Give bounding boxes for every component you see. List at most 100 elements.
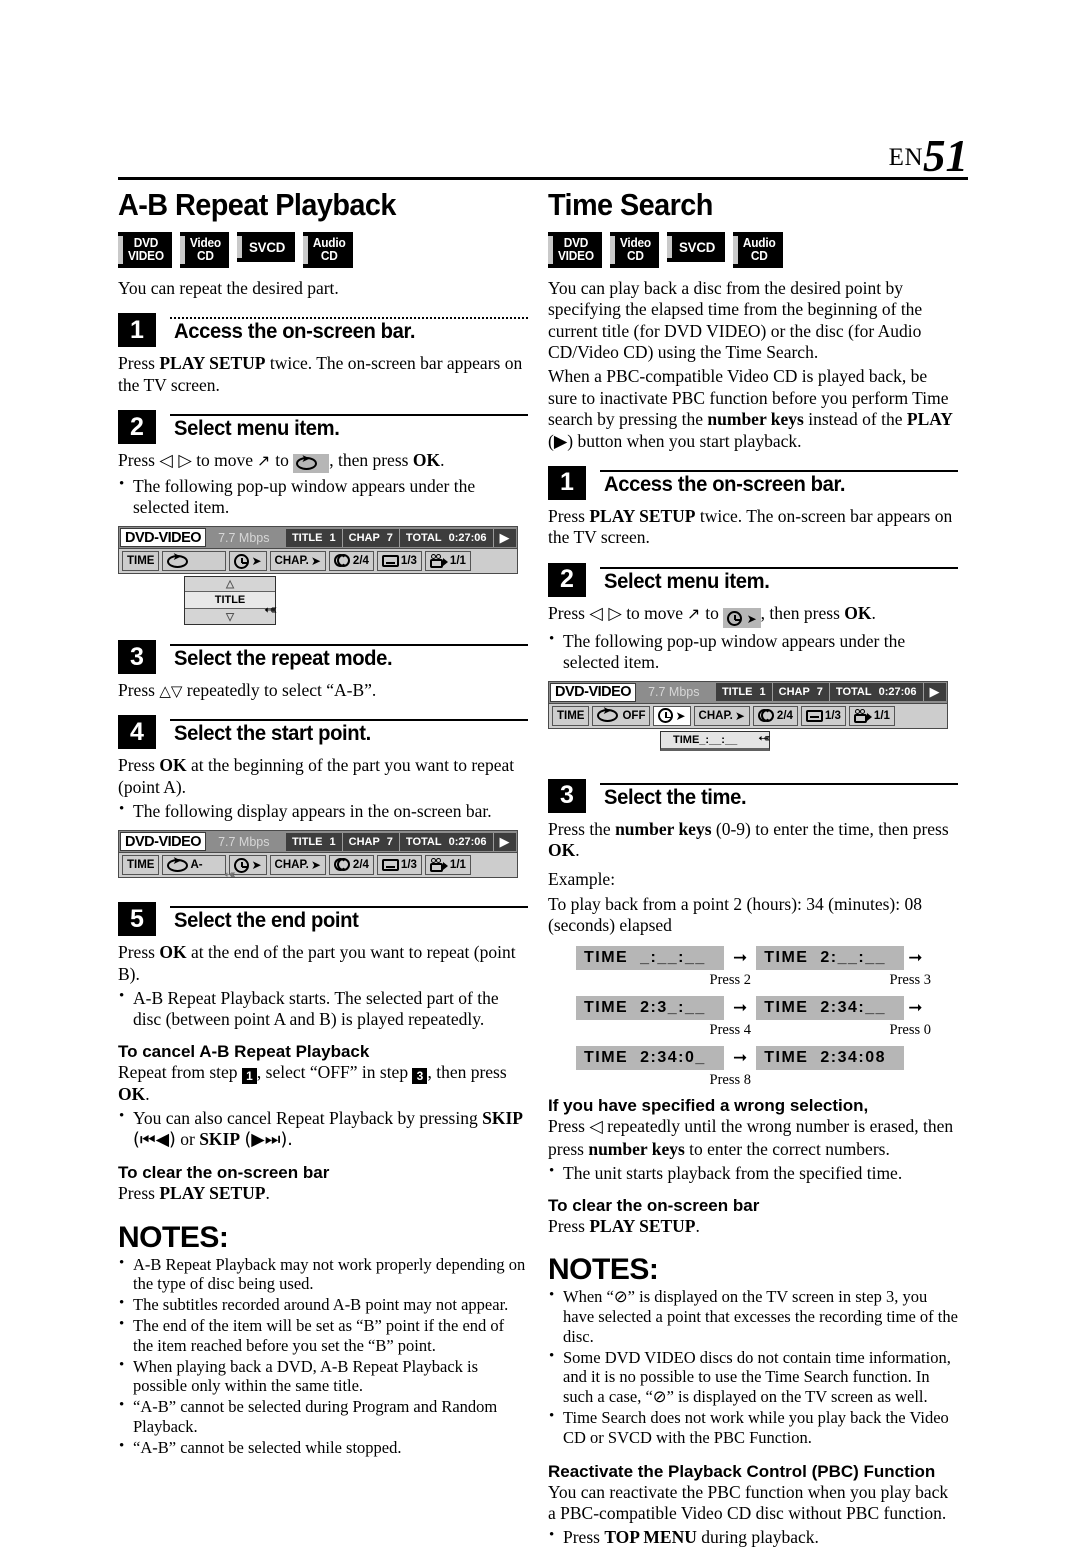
wrong-selection-bullets: The unit starts playback from the specif… bbox=[548, 1162, 958, 1184]
osd-title-field: TITLE 1 bbox=[715, 683, 773, 702]
right-arrow-icon: ➤ bbox=[734, 708, 745, 723]
osd-chapter-field: CHAP 7 bbox=[342, 528, 400, 547]
osd-chapter-button[interactable]: CHAP. ➤ bbox=[269, 855, 326, 876]
text: to move bbox=[196, 450, 254, 471]
arrow-icon: ➞ bbox=[733, 1047, 748, 1068]
value: 0:27:06 bbox=[448, 531, 487, 544]
osd-popup-title-selector[interactable]: △ TITLE ▽ bbox=[184, 576, 276, 626]
play-icon: ▶ bbox=[923, 683, 946, 702]
label: CHAP. bbox=[274, 555, 309, 568]
right-arrow-icon: ➤ bbox=[310, 858, 321, 873]
osd-repeat-button[interactable]: ➤ A- bbox=[162, 855, 227, 876]
play-icon: ▶ bbox=[493, 528, 516, 547]
cursor-icon: ↖ bbox=[687, 603, 701, 623]
skip-forward-icon: (▶⏭). bbox=[244, 1130, 293, 1151]
text: . bbox=[575, 839, 580, 860]
time-search-menu-icon: ➤ bbox=[723, 607, 761, 628]
right-arrow-icon: ➤ bbox=[675, 708, 686, 723]
osd-time-button[interactable]: TIME bbox=[552, 705, 590, 726]
skip-back-icon: (⏮◀) bbox=[133, 1130, 176, 1151]
arrow-icon: ➞ bbox=[908, 947, 923, 968]
label: TITLE bbox=[291, 531, 323, 544]
osd-time-button[interactable]: TIME bbox=[122, 551, 160, 572]
left-step3-body: Press △▽ repeatedly to select “A-B”. bbox=[118, 680, 528, 701]
osd-chapter-button[interactable]: CHAP. ➤ bbox=[693, 705, 750, 726]
note-item: The subtitles recorded around A-B point … bbox=[118, 1294, 528, 1315]
note-item: Time Search does not work while you play… bbox=[548, 1407, 958, 1448]
badge-video-cd: Video CD bbox=[179, 232, 229, 269]
page-header: EN51 bbox=[118, 130, 968, 181]
key-skip: SKIP bbox=[199, 1129, 241, 1150]
cancel-body: Repeat from step 1, select “OFF” in step… bbox=[118, 1062, 528, 1105]
osd-time-button[interactable]: TIME bbox=[122, 855, 160, 876]
osd-subtitle-button[interactable]: 1/3 bbox=[376, 855, 422, 876]
badge-line2: CD bbox=[750, 249, 768, 264]
clear-heading: To clear the on-screen bar bbox=[548, 1195, 760, 1215]
text: , then press bbox=[760, 602, 840, 623]
popup-up-arrow[interactable]: △ bbox=[185, 577, 275, 593]
value: 1 bbox=[329, 835, 336, 848]
step-title: Select the time. bbox=[604, 784, 747, 809]
osd-angle-button[interactable]: 1/1 bbox=[424, 551, 471, 572]
osd-audio-button[interactable]: 2/4 bbox=[328, 551, 374, 572]
value: 7 bbox=[386, 835, 393, 848]
osd-bottom-row: TIME ➤ OFF ➤ CHAP. ➤ 2/4 1/3 1/1 bbox=[548, 703, 948, 729]
osd-angle-button[interactable]: 1/1 bbox=[424, 855, 471, 876]
osd-time-search-button[interactable]: ➤ bbox=[653, 705, 691, 726]
osd-time-search-button[interactable]: ➤ bbox=[229, 855, 267, 876]
osd-repeat-button[interactable]: ➤ bbox=[162, 551, 227, 572]
text: . bbox=[265, 1183, 270, 1204]
osd-time-search-button[interactable]: ➤ bbox=[229, 551, 267, 572]
osd-repeat-button[interactable]: ➤ OFF bbox=[592, 705, 651, 726]
badge-line1: SVCD bbox=[678, 238, 715, 255]
value: 1/1 bbox=[873, 709, 890, 722]
label: TOTAL bbox=[405, 835, 442, 848]
osd-bar-point-a: DVD-VIDEO 7.7 Mbps TITLE 1 CHAP 7 TOTAL 0:2… bbox=[118, 830, 518, 884]
label: CHAP bbox=[348, 835, 380, 848]
play-icon: ▶ bbox=[493, 832, 516, 851]
time-display-box: TIME 2:3_:__ bbox=[576, 996, 724, 1021]
angle-icon bbox=[429, 858, 448, 873]
value: 1/1 bbox=[449, 555, 466, 568]
text: . bbox=[695, 1215, 700, 1236]
right-column: Time Search DVD VIDEO Video CD SVCD Audio C… bbox=[548, 187, 958, 1552]
step-chip-3: 3 bbox=[412, 1067, 428, 1084]
popup-down-arrow[interactable]: ▽ bbox=[185, 609, 275, 625]
label: TITLE bbox=[721, 686, 753, 699]
step-number: 2 bbox=[118, 410, 156, 445]
osd-audio-button[interactable]: 2/4 bbox=[752, 705, 798, 726]
osd-spacer bbox=[474, 551, 517, 571]
clear-heading: To clear the on-screen bar bbox=[118, 1163, 330, 1183]
osd-subtitle-button[interactable]: 1/3 bbox=[376, 551, 422, 572]
bullet: You can also cancel Repeat Playback by p… bbox=[118, 1107, 528, 1151]
step-title: Select menu item. bbox=[174, 416, 340, 441]
label: TOTAL bbox=[405, 531, 442, 544]
step-title: Select the end point bbox=[174, 908, 359, 933]
osd-bitrate: 7.7 Mbps bbox=[218, 530, 270, 545]
popup-selected-value: TITLE bbox=[185, 592, 275, 610]
right-arrow-icon: ➤ bbox=[251, 554, 262, 569]
bullet: A-B Repeat Playback starts. The selected… bbox=[118, 987, 528, 1030]
osd-total-field: TOTAL 0:27:06 bbox=[399, 528, 494, 547]
key-top-menu: TOP MENU bbox=[604, 1527, 697, 1548]
arrow-icon: ➞ bbox=[733, 997, 748, 1018]
key-ok: OK bbox=[548, 839, 576, 860]
osd-popup-time-entry[interactable]: TIME_:__:__ bbox=[660, 730, 770, 751]
left-step2-body: Press ◁ ▷ to move ↖ to ➤, then press OK. bbox=[118, 450, 445, 474]
bullet: The following pop-up window appears unde… bbox=[548, 630, 958, 673]
bullet: Press TOP MENU during playback. bbox=[548, 1526, 958, 1548]
angle-icon bbox=[853, 708, 872, 723]
key-ok: OK bbox=[159, 942, 187, 963]
osd-angle-button[interactable]: 1/1 bbox=[848, 705, 895, 726]
subtitle-icon bbox=[381, 555, 399, 568]
osd-chapter-button[interactable]: CHAP. ➤ bbox=[269, 551, 326, 572]
osd-subtitle-button[interactable]: 1/3 bbox=[800, 705, 846, 726]
osd-bar-repeat-popup: DVD-VIDEO 7.7 Mbps TITLE 1 CHAP 7 TOTAL 0:2… bbox=[118, 526, 518, 626]
right-intro-a: You can play back a disc from the desire… bbox=[548, 278, 923, 363]
osd-audio-button[interactable]: 2/4 bbox=[328, 855, 374, 876]
arrow-icon: ➞ bbox=[733, 947, 748, 968]
note-item: “A-B” cannot be selected while stopped. bbox=[118, 1437, 528, 1458]
text: You can also cancel Repeat Playback by p… bbox=[133, 1108, 483, 1129]
osd-bitrate: 7.7 Mbps bbox=[648, 685, 700, 700]
text: Press bbox=[118, 755, 155, 776]
